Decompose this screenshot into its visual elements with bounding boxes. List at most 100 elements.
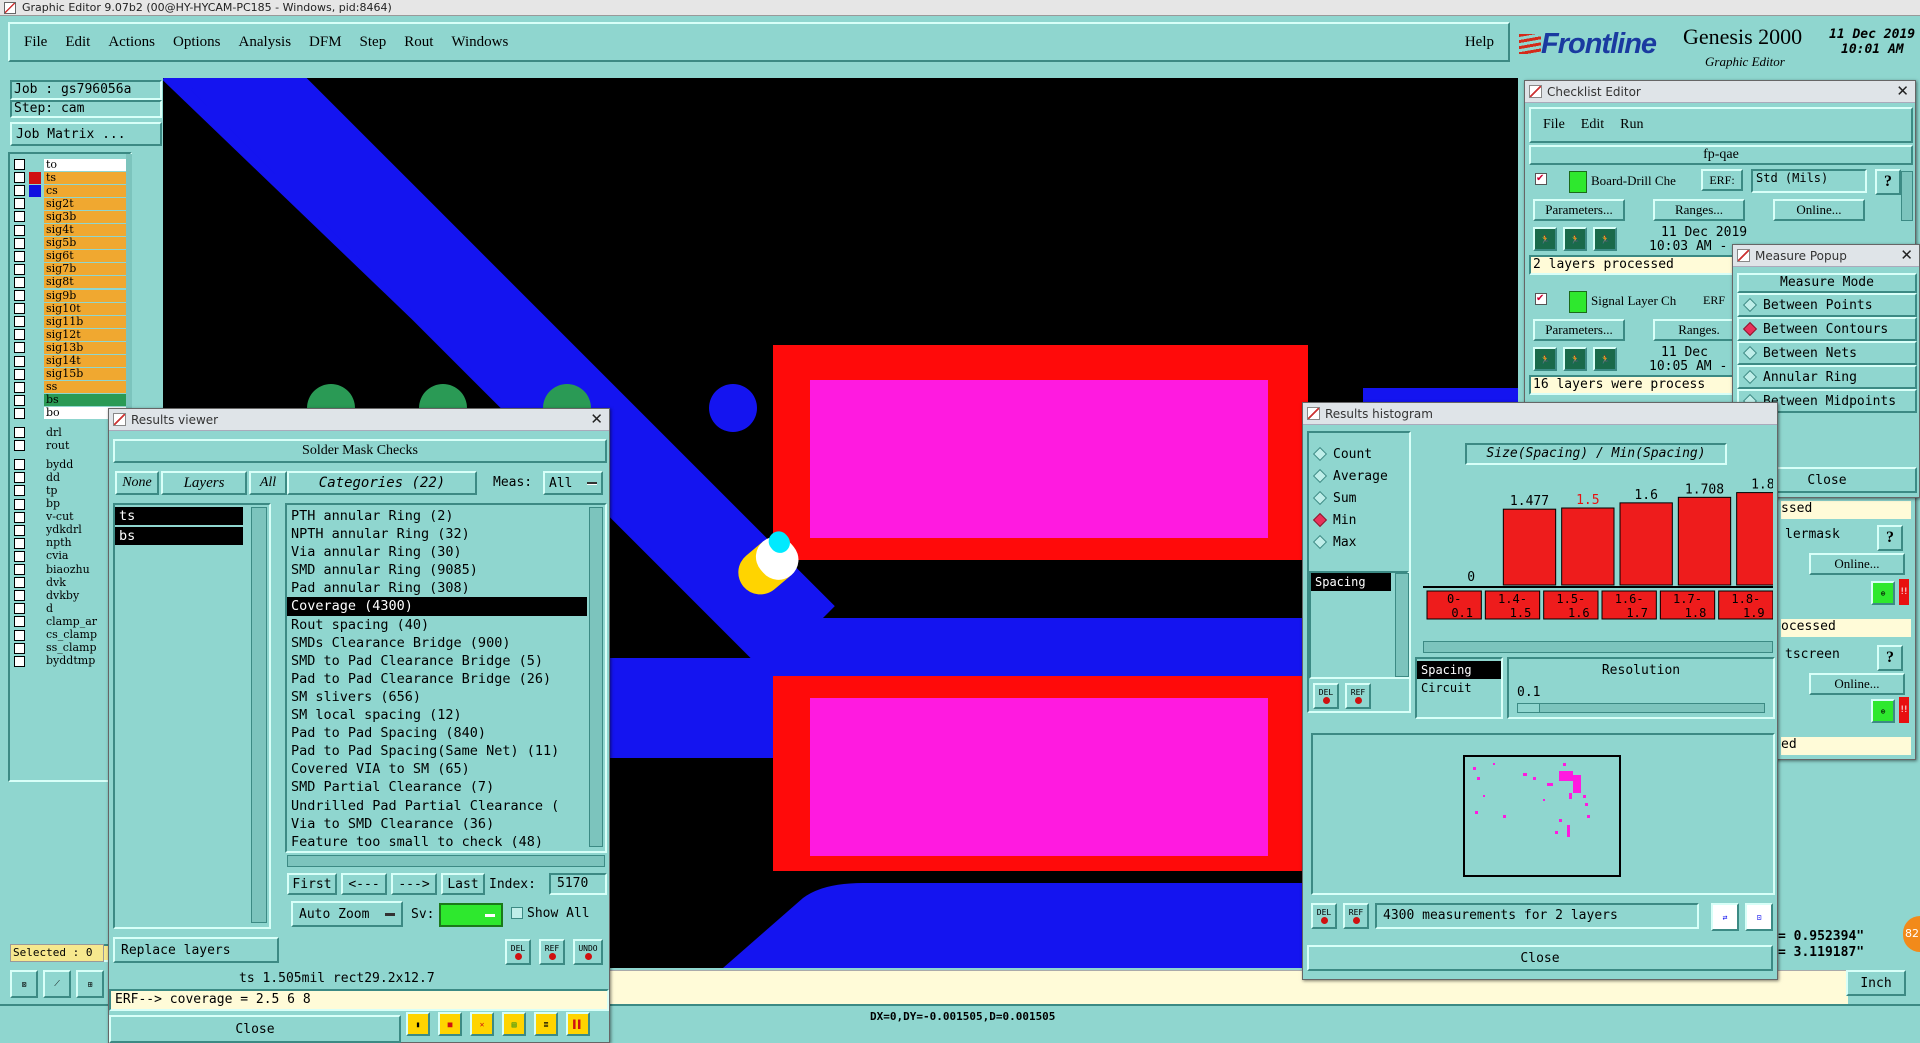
layer-checkbox[interactable] bbox=[14, 276, 25, 288]
partial-help-button[interactable]: ? bbox=[1877, 525, 1903, 551]
category-item[interactable]: NPTH annular Ring (32) bbox=[287, 525, 587, 543]
histogram-bar[interactable] bbox=[1677, 496, 1732, 586]
layer-row[interactable]: byddtmp bbox=[14, 655, 114, 668]
slider-thumb[interactable] bbox=[1518, 704, 1540, 712]
histogram-option[interactable]: Max bbox=[1309, 531, 1409, 553]
close-icon[interactable]: ✕ bbox=[590, 410, 603, 428]
layer-row[interactable]: dvkby bbox=[14, 589, 114, 602]
replace-layers-button[interactable]: Replace layers bbox=[113, 937, 279, 963]
categories-button[interactable]: Categories (22) bbox=[287, 471, 477, 495]
category-item[interactable]: Undrilled Pad Partial Clearance ( bbox=[287, 797, 587, 815]
parameters-button[interactable]: Parameters... bbox=[1533, 199, 1625, 221]
filter-icon[interactable]: ▮ bbox=[406, 1012, 430, 1036]
delete-cross-icon[interactable]: ✕ bbox=[470, 1012, 494, 1036]
auto-zoom-dropdown[interactable]: Auto Zoom bbox=[291, 901, 403, 927]
layer-row[interactable]: dvk bbox=[14, 576, 114, 589]
layer-row[interactable]: sig5b bbox=[14, 237, 126, 250]
partial-help-button-2[interactable]: ? bbox=[1877, 645, 1903, 671]
layer-row[interactable]: to bbox=[14, 158, 126, 171]
category-item[interactable]: SMDs Clearance Bridge (900) bbox=[287, 634, 587, 652]
histogram-bar[interactable] bbox=[1619, 502, 1673, 586]
histogram-bar[interactable] bbox=[1561, 507, 1615, 586]
export-icon[interactable]: ⇄ bbox=[1711, 903, 1739, 931]
histogram-option[interactable]: Min bbox=[1309, 509, 1409, 531]
layer-list-scrollbar[interactable] bbox=[251, 507, 267, 923]
layer-checkbox[interactable] bbox=[14, 537, 25, 549]
next-button[interactable]: ---> bbox=[391, 873, 437, 895]
run-icon[interactable]: 🏃 bbox=[1533, 347, 1557, 371]
layer-row[interactable]: ss_clamp bbox=[14, 642, 114, 655]
histogram-option[interactable]: Count bbox=[1309, 443, 1409, 465]
layer-checkbox[interactable] bbox=[14, 329, 25, 341]
layer-checkbox[interactable] bbox=[14, 263, 25, 275]
hist-ref-button[interactable]: REF bbox=[1345, 683, 1371, 709]
layers-button[interactable]: Layers bbox=[161, 471, 247, 495]
layer-checkbox[interactable] bbox=[14, 616, 25, 628]
unit-button[interactable]: Inch bbox=[1846, 970, 1906, 996]
layer-row[interactable]: dd bbox=[14, 471, 114, 484]
help-menu[interactable]: Help bbox=[1465, 34, 1494, 51]
layer-checkbox[interactable] bbox=[14, 316, 25, 328]
layer-row[interactable]: bydd bbox=[14, 458, 114, 471]
layer-checkbox[interactable] bbox=[14, 198, 25, 210]
erf-button[interactable]: ERF: bbox=[1701, 169, 1743, 191]
results-close-button[interactable]: Close bbox=[109, 1015, 401, 1043]
layer-row[interactable]: sig12t bbox=[14, 328, 126, 341]
layer-checkbox[interactable] bbox=[14, 511, 25, 523]
last-button[interactable]: Last bbox=[441, 873, 485, 895]
layer-checkbox[interactable] bbox=[14, 303, 25, 315]
result-layer-item[interactable]: bs bbox=[115, 527, 243, 546]
category-hscroll[interactable] bbox=[287, 855, 605, 867]
layer-checkbox[interactable] bbox=[14, 290, 25, 301]
layer-row[interactable]: sig2t bbox=[14, 197, 126, 210]
layer-checkbox[interactable] bbox=[14, 655, 25, 667]
layer-checkbox[interactable] bbox=[14, 355, 25, 367]
layer-checkbox[interactable] bbox=[14, 472, 25, 484]
none-button[interactable]: None bbox=[115, 471, 159, 495]
bin-item[interactable]: Spacing bbox=[1417, 661, 1501, 680]
layer-checkbox[interactable] bbox=[14, 524, 25, 536]
category-item[interactable]: Via annular Ring (30) bbox=[287, 543, 587, 561]
layer-row[interactable]: sig15b bbox=[14, 368, 126, 381]
layer-checkbox[interactable] bbox=[14, 185, 25, 197]
category-item[interactable]: SMD Partial Clearance (7) bbox=[287, 778, 587, 796]
layer-row[interactable]: ts bbox=[14, 171, 126, 184]
ranges-button[interactable]: Ranges... bbox=[1653, 199, 1745, 221]
layer-row[interactable]: sig3b bbox=[14, 210, 126, 223]
layer-checkbox[interactable] bbox=[14, 564, 25, 575]
partial-online-button[interactable]: Online... bbox=[1809, 553, 1905, 575]
category-item[interactable]: Feature too small to check (48) bbox=[287, 833, 587, 851]
grid-tool-icon[interactable]: ⊞ bbox=[76, 970, 104, 998]
help-button[interactable]: ? bbox=[1875, 169, 1901, 195]
histogram-bar[interactable] bbox=[1502, 508, 1557, 586]
layer-row[interactable]: sig8t bbox=[14, 276, 126, 289]
category-item[interactable]: SM slivers (656) bbox=[287, 688, 587, 706]
sv-color-dropdown[interactable] bbox=[439, 903, 503, 927]
job-matrix-button[interactable]: Job Matrix ... bbox=[10, 122, 162, 146]
category-item[interactable]: SMD annular Ring (9085) bbox=[287, 561, 587, 579]
layer-row[interactable]: bs bbox=[14, 394, 126, 407]
online-button[interactable]: Online... bbox=[1773, 199, 1865, 221]
layer-row[interactable]: cs_clamp bbox=[14, 629, 114, 642]
hist-del-button-2[interactable]: DEL bbox=[1311, 903, 1337, 929]
checkbox-icon[interactable]: ✔ bbox=[1535, 173, 1547, 185]
ref-button[interactable]: REF bbox=[539, 939, 565, 965]
green-page-icon[interactable]: ▤ bbox=[502, 1012, 526, 1036]
menu-windows[interactable]: Windows bbox=[451, 34, 508, 51]
del-button[interactable]: DEL bbox=[505, 939, 531, 965]
category-item[interactable]: SMD to Pad Clearance Bridge (5) bbox=[287, 652, 587, 670]
layer-row[interactable]: sig10t bbox=[14, 302, 126, 315]
layer-row[interactable]: tp bbox=[14, 484, 114, 497]
stop-run-icon[interactable]: 🏃 bbox=[1593, 227, 1617, 251]
run-all-icon[interactable]: 🏃 bbox=[1563, 227, 1587, 251]
histogram-close-button[interactable]: Close bbox=[1307, 945, 1773, 971]
close-icon[interactable]: ✕ bbox=[1896, 82, 1909, 100]
zoom-icon[interactable]: ⊕ bbox=[1871, 581, 1895, 605]
layer-checkbox[interactable] bbox=[14, 577, 25, 589]
attr-item[interactable]: Spacing bbox=[1311, 573, 1391, 592]
layer-checkbox[interactable] bbox=[14, 459, 25, 471]
histogram-option[interactable]: Sum bbox=[1309, 487, 1409, 509]
category-item[interactable]: Pad annular Ring (308) bbox=[287, 579, 587, 597]
layer-row[interactable]: ss bbox=[14, 381, 126, 394]
layer-checkbox[interactable] bbox=[14, 224, 25, 236]
